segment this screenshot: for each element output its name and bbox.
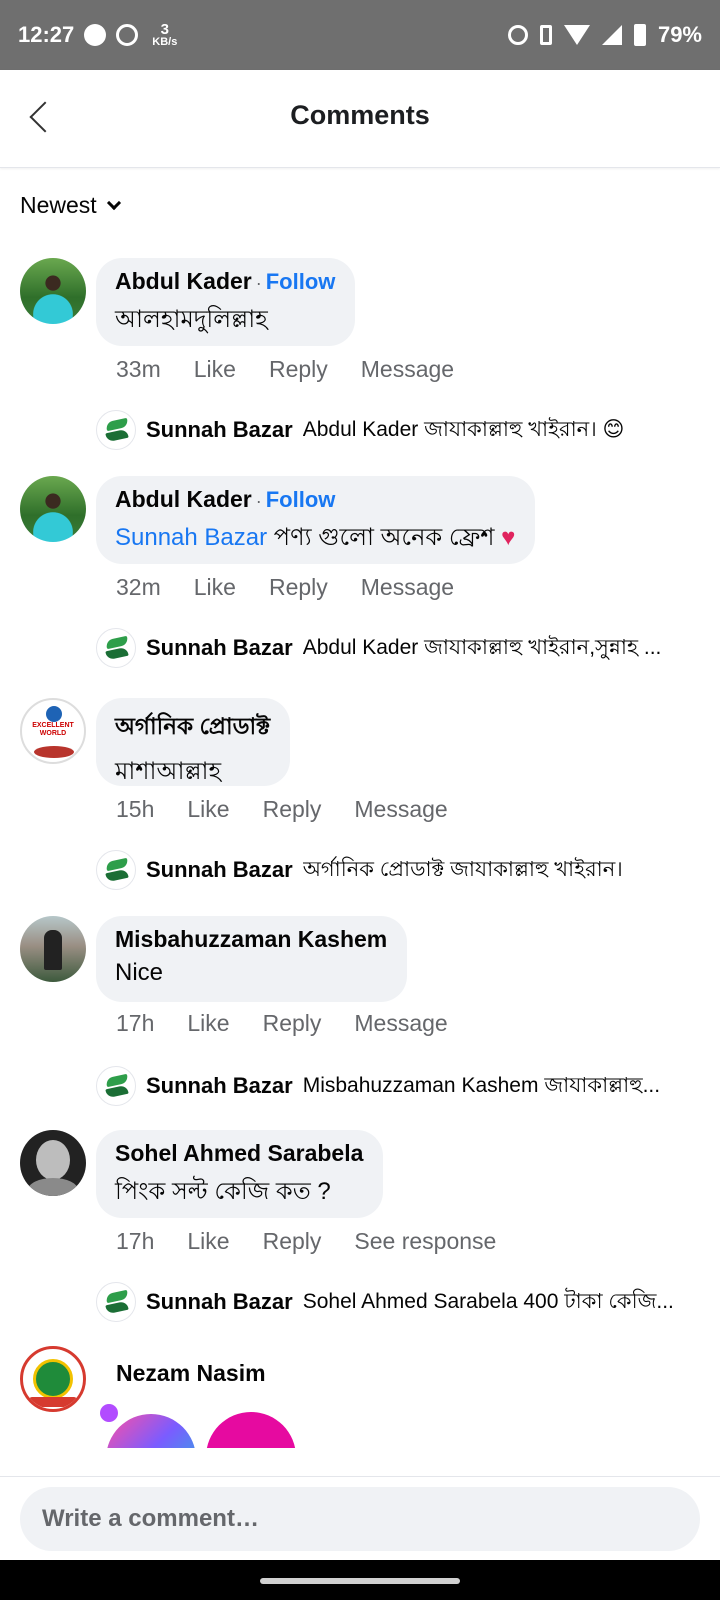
reply-author: Sunnah Bazar xyxy=(146,1289,293,1314)
avatar[interactable] xyxy=(20,476,86,542)
reply-text: Misbahuzzaman Kashem জাযাকাল্লাহু... xyxy=(302,1073,661,1097)
sort-label: Newest xyxy=(20,192,97,218)
separator-dot: · xyxy=(255,273,262,293)
comment-time: 17h xyxy=(116,1228,155,1254)
like-button[interactable]: Like xyxy=(187,1010,229,1037)
battery-icon xyxy=(633,24,646,46)
comment-time: 17h xyxy=(116,1010,155,1036)
like-button[interactable]: Like xyxy=(187,796,229,823)
like-button[interactable]: Like xyxy=(194,574,236,601)
comment-input[interactable] xyxy=(20,1487,700,1551)
system-nav-bar xyxy=(0,1560,720,1600)
comment-text: আলহামদুলিল্লাহ xyxy=(115,306,268,333)
see-response-button[interactable]: See response xyxy=(354,1228,496,1255)
status-bar: 12:27 3 KB/s 79% xyxy=(0,0,720,70)
comment-author[interactable]: Misbahuzzaman Kashem xyxy=(115,926,387,952)
avatar[interactable] xyxy=(20,258,86,324)
follow-button[interactable]: Follow xyxy=(266,269,336,294)
message-button[interactable]: Message xyxy=(354,796,447,823)
like-button[interactable]: Like xyxy=(194,356,236,383)
avatar[interactable]: EXCELLENT WORLD xyxy=(20,698,86,764)
sticker-image[interactable] xyxy=(100,1400,300,1448)
comment-actions: 33m Like Reply Message xyxy=(116,356,454,383)
data-saver-icon xyxy=(116,24,139,46)
reply-preview[interactable]: Sunnah Bazar অর্গানিক প্রোডাক্ট জাযাকাল্… xyxy=(96,850,696,890)
wifi-icon xyxy=(563,25,590,45)
comment-time: 33m xyxy=(116,356,161,382)
sunnah-bazar-logo-icon xyxy=(96,1282,136,1322)
reply-preview[interactable]: Sunnah Bazar Sohel Ahmed Sarabela 400 টা… xyxy=(96,1282,696,1322)
chevron-down-icon xyxy=(106,195,121,210)
alarm-icon xyxy=(507,25,528,45)
comment-bubble[interactable]: Abdul Kader · Follow Sunnah Bazar পণ্য গুল… xyxy=(96,476,536,564)
comment-time: 32m xyxy=(116,574,161,600)
status-time: 12:27 xyxy=(18,22,75,47)
header: Comments xyxy=(0,70,720,168)
home-gesture-handle[interactable] xyxy=(260,1578,460,1584)
message-button[interactable]: Message xyxy=(361,356,454,383)
comment-text: Nice xyxy=(115,959,164,986)
sort-dropdown[interactable]: Newest xyxy=(20,192,121,219)
comment-text: Sunnah Bazar পণ্য গুলো অনেক ফ্রেশ ♥ xyxy=(115,524,516,551)
message-button[interactable]: Message xyxy=(361,574,454,601)
comment-actions: 32m Like Reply Message xyxy=(116,574,454,601)
sunnah-bazar-logo-icon xyxy=(96,410,136,450)
reply-preview[interactable]: Sunnah Bazar Abdul Kader জাযাকাল্লাহু খা… xyxy=(96,628,696,668)
reply-author: Sunnah Bazar xyxy=(146,1073,293,1098)
reply-author: Sunnah Bazar xyxy=(146,635,293,660)
like-button[interactable]: Like xyxy=(187,1228,229,1255)
reply-button[interactable]: Reply xyxy=(269,574,328,601)
messenger-icon xyxy=(84,24,107,46)
heart-emoji-icon: ♥ xyxy=(501,524,516,551)
sunnah-bazar-logo-icon xyxy=(96,850,136,890)
separator-dot: · xyxy=(255,491,262,511)
follow-button[interactable]: Follow xyxy=(266,487,336,512)
comment-author[interactable]: অর্গানিক প্রোডাক্ট xyxy=(115,713,270,739)
sunnah-bazar-logo-icon xyxy=(96,628,136,668)
reply-button[interactable]: Reply xyxy=(263,796,322,823)
sunnah-bazar-logo-icon xyxy=(96,1066,136,1106)
reply-text: Abdul Kader জাযাকাল্লাহু খাইরান,সুন্নাহ … xyxy=(302,635,662,659)
reply-text: Abdul Kader জাযাকাল্লাহু খাইরান। 😊 xyxy=(302,417,625,441)
comment-time: 15h xyxy=(116,796,155,822)
comment-text: মাশাআল্লাহ xyxy=(115,758,222,785)
reply-button[interactable]: Reply xyxy=(263,1228,322,1255)
mention-link[interactable]: Sunnah Bazar xyxy=(115,524,267,551)
reply-button[interactable]: Reply xyxy=(269,356,328,383)
comment-composer xyxy=(0,1476,720,1560)
comment-author[interactable]: Abdul Kader xyxy=(115,486,252,512)
cellular-signal-icon xyxy=(601,25,622,45)
comment-actions: 17h Like Reply See response xyxy=(116,1228,496,1255)
comment-bubble[interactable]: Abdul Kader · Follow আলহামদুলিল্লাহ xyxy=(96,258,356,346)
avatar[interactable] xyxy=(20,1130,86,1196)
comment-author[interactable]: Abdul Kader xyxy=(115,268,252,294)
message-button[interactable]: Message xyxy=(354,1010,447,1037)
reply-text: Sohel Ahmed Sarabela 400 টাকা কেজি... xyxy=(302,1289,674,1313)
battery-percent: 79% xyxy=(657,22,702,47)
reply-button[interactable]: Reply xyxy=(263,1010,322,1037)
comment-author[interactable]: Nezam Nasim xyxy=(116,1360,266,1387)
comment-bubble[interactable]: অর্গানিক প্রোডাক্ট মাশাআল্লাহ xyxy=(96,698,291,786)
avatar[interactable] xyxy=(20,1346,86,1412)
reply-author: Sunnah Bazar xyxy=(146,857,293,882)
avatar[interactable] xyxy=(20,916,86,982)
comment-author[interactable]: Sohel Ahmed Sarabela xyxy=(115,1140,363,1166)
reply-preview[interactable]: Sunnah Bazar Misbahuzzaman Kashem জাযাকা… xyxy=(96,1066,696,1106)
comment-actions: 17h Like Reply Message xyxy=(116,1010,448,1037)
vibrate-icon xyxy=(539,25,552,45)
comment-bubble[interactable]: Misbahuzzaman Kashem Nice xyxy=(96,916,408,1002)
comment-text: পিংক সল্ট কেজি কত ? xyxy=(115,1178,331,1205)
comment-bubble[interactable]: Sohel Ahmed Sarabela পিংক সল্ট কেজি কত ? xyxy=(96,1130,384,1218)
reply-text: অর্গানিক প্রোডাক্ট জাযাকাল্লাহু খাইরান। xyxy=(302,857,623,881)
page-title: Comments xyxy=(290,100,430,130)
network-speed: 3 KB/s xyxy=(152,21,178,48)
reply-author: Sunnah Bazar xyxy=(146,417,293,442)
comment-actions: 15h Like Reply Message xyxy=(116,796,448,823)
reply-preview[interactable]: Sunnah Bazar Abdul Kader জাযাকাল্লাহু খা… xyxy=(96,410,696,450)
